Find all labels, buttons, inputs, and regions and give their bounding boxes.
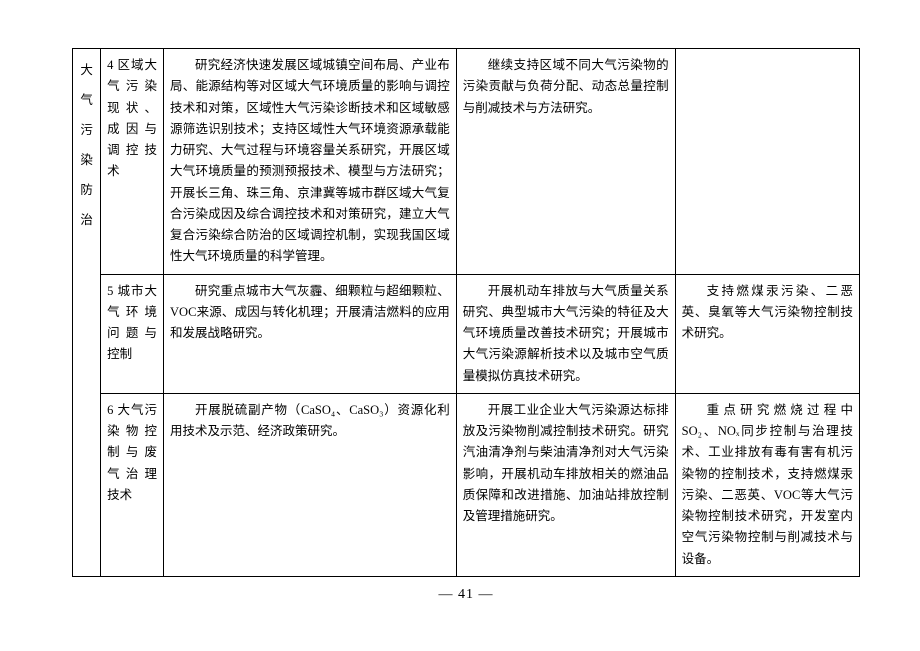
topic-cell: 6 大气污染物控制与废气治理技术 [101, 393, 164, 576]
content-cell [675, 49, 859, 275]
topic-cell: 5 城市大气环境问题与控制 [101, 274, 164, 393]
table-row: 大气污染防治 4 区域大气污染现状、成因与调控技术 研究经济快速发展区域城镇空间… [73, 49, 860, 275]
content-text: 开展工业企业大气污染源达标排放及污染物削减控制技术研究。研究汽油清净剂与柴油清净… [463, 400, 669, 528]
content-text: 继续支持区域不同大气污染物的污染贡献与负荷分配、动态总量控制与削减技术与方法研究… [463, 55, 669, 119]
content-cell: 开展机动车排放与大气质量关系研究、典型城市大气污染的特征及大气环境质量改善技术研… [456, 274, 675, 393]
content-text: 重点研究燃烧过程中 SO₂、NOₓ同步控制与治理技术、工业排放有毒有害有机污染物… [682, 400, 853, 570]
category-char: 染 [79, 145, 94, 175]
content-text: 开展脱硫副产物（CaSO₄、CaSO₃）资源化利用技术及示范、经济政策研究。 [170, 400, 450, 443]
content-text: 开展机动车排放与大气质量关系研究、典型城市大气污染的特征及大气环境质量改善技术研… [463, 281, 669, 387]
content-text: 研究经济快速发展区域城镇空间布局、产业布局、能源结构等对区域大气环境质量的影响与… [170, 55, 450, 268]
content-cell: 重点研究燃烧过程中 SO₂、NOₓ同步控制与治理技术、工业排放有毒有害有机污染物… [675, 393, 859, 576]
content-cell: 研究经济快速发展区域城镇空间布局、产业布局、能源结构等对区域大气环境质量的影响与… [164, 49, 457, 275]
content-text: 研究重点城市大气灰霾、细颗粒与超细颗粒、VOC来源、成因与转化机理；开展清洁燃料… [170, 281, 450, 345]
category-char: 防 [79, 175, 94, 205]
content-cell: 继续支持区域不同大气污染物的污染贡献与负荷分配、动态总量控制与削减技术与方法研究… [456, 49, 675, 275]
category-cell: 大气污染防治 [73, 49, 101, 577]
category-char: 污 [79, 115, 94, 145]
content-cell: 研究重点城市大气灰霾、细颗粒与超细颗粒、VOC来源、成因与转化机理；开展清洁燃料… [164, 274, 457, 393]
document-table: 大气污染防治 4 区域大气污染现状、成因与调控技术 研究经济快速发展区域城镇空间… [72, 48, 860, 577]
content-cell: 支持燃煤汞污染、二恶英、臭氧等大气污染物控制技术研究。 [675, 274, 859, 393]
table-row: 6 大气污染物控制与废气治理技术 开展脱硫副产物（CaSO₄、CaSO₃）资源化… [73, 393, 860, 576]
page-number: — 41 — [72, 583, 860, 607]
content-text: 支持燃煤汞污染、二恶英、臭氧等大气污染物控制技术研究。 [682, 281, 853, 345]
content-cell: 开展工业企业大气污染源达标排放及污染物削减控制技术研究。研究汽油清净剂与柴油清净… [456, 393, 675, 576]
topic-cell: 4 区域大气污染现状、成因与调控技术 [101, 49, 164, 275]
category-char: 气 [79, 85, 94, 115]
content-cell: 开展脱硫副产物（CaSO₄、CaSO₃）资源化利用技术及示范、经济政策研究。 [164, 393, 457, 576]
category-char: 大 [79, 55, 94, 85]
category-char: 治 [79, 205, 94, 235]
table-row: 5 城市大气环境问题与控制 研究重点城市大气灰霾、细颗粒与超细颗粒、VOC来源、… [73, 274, 860, 393]
